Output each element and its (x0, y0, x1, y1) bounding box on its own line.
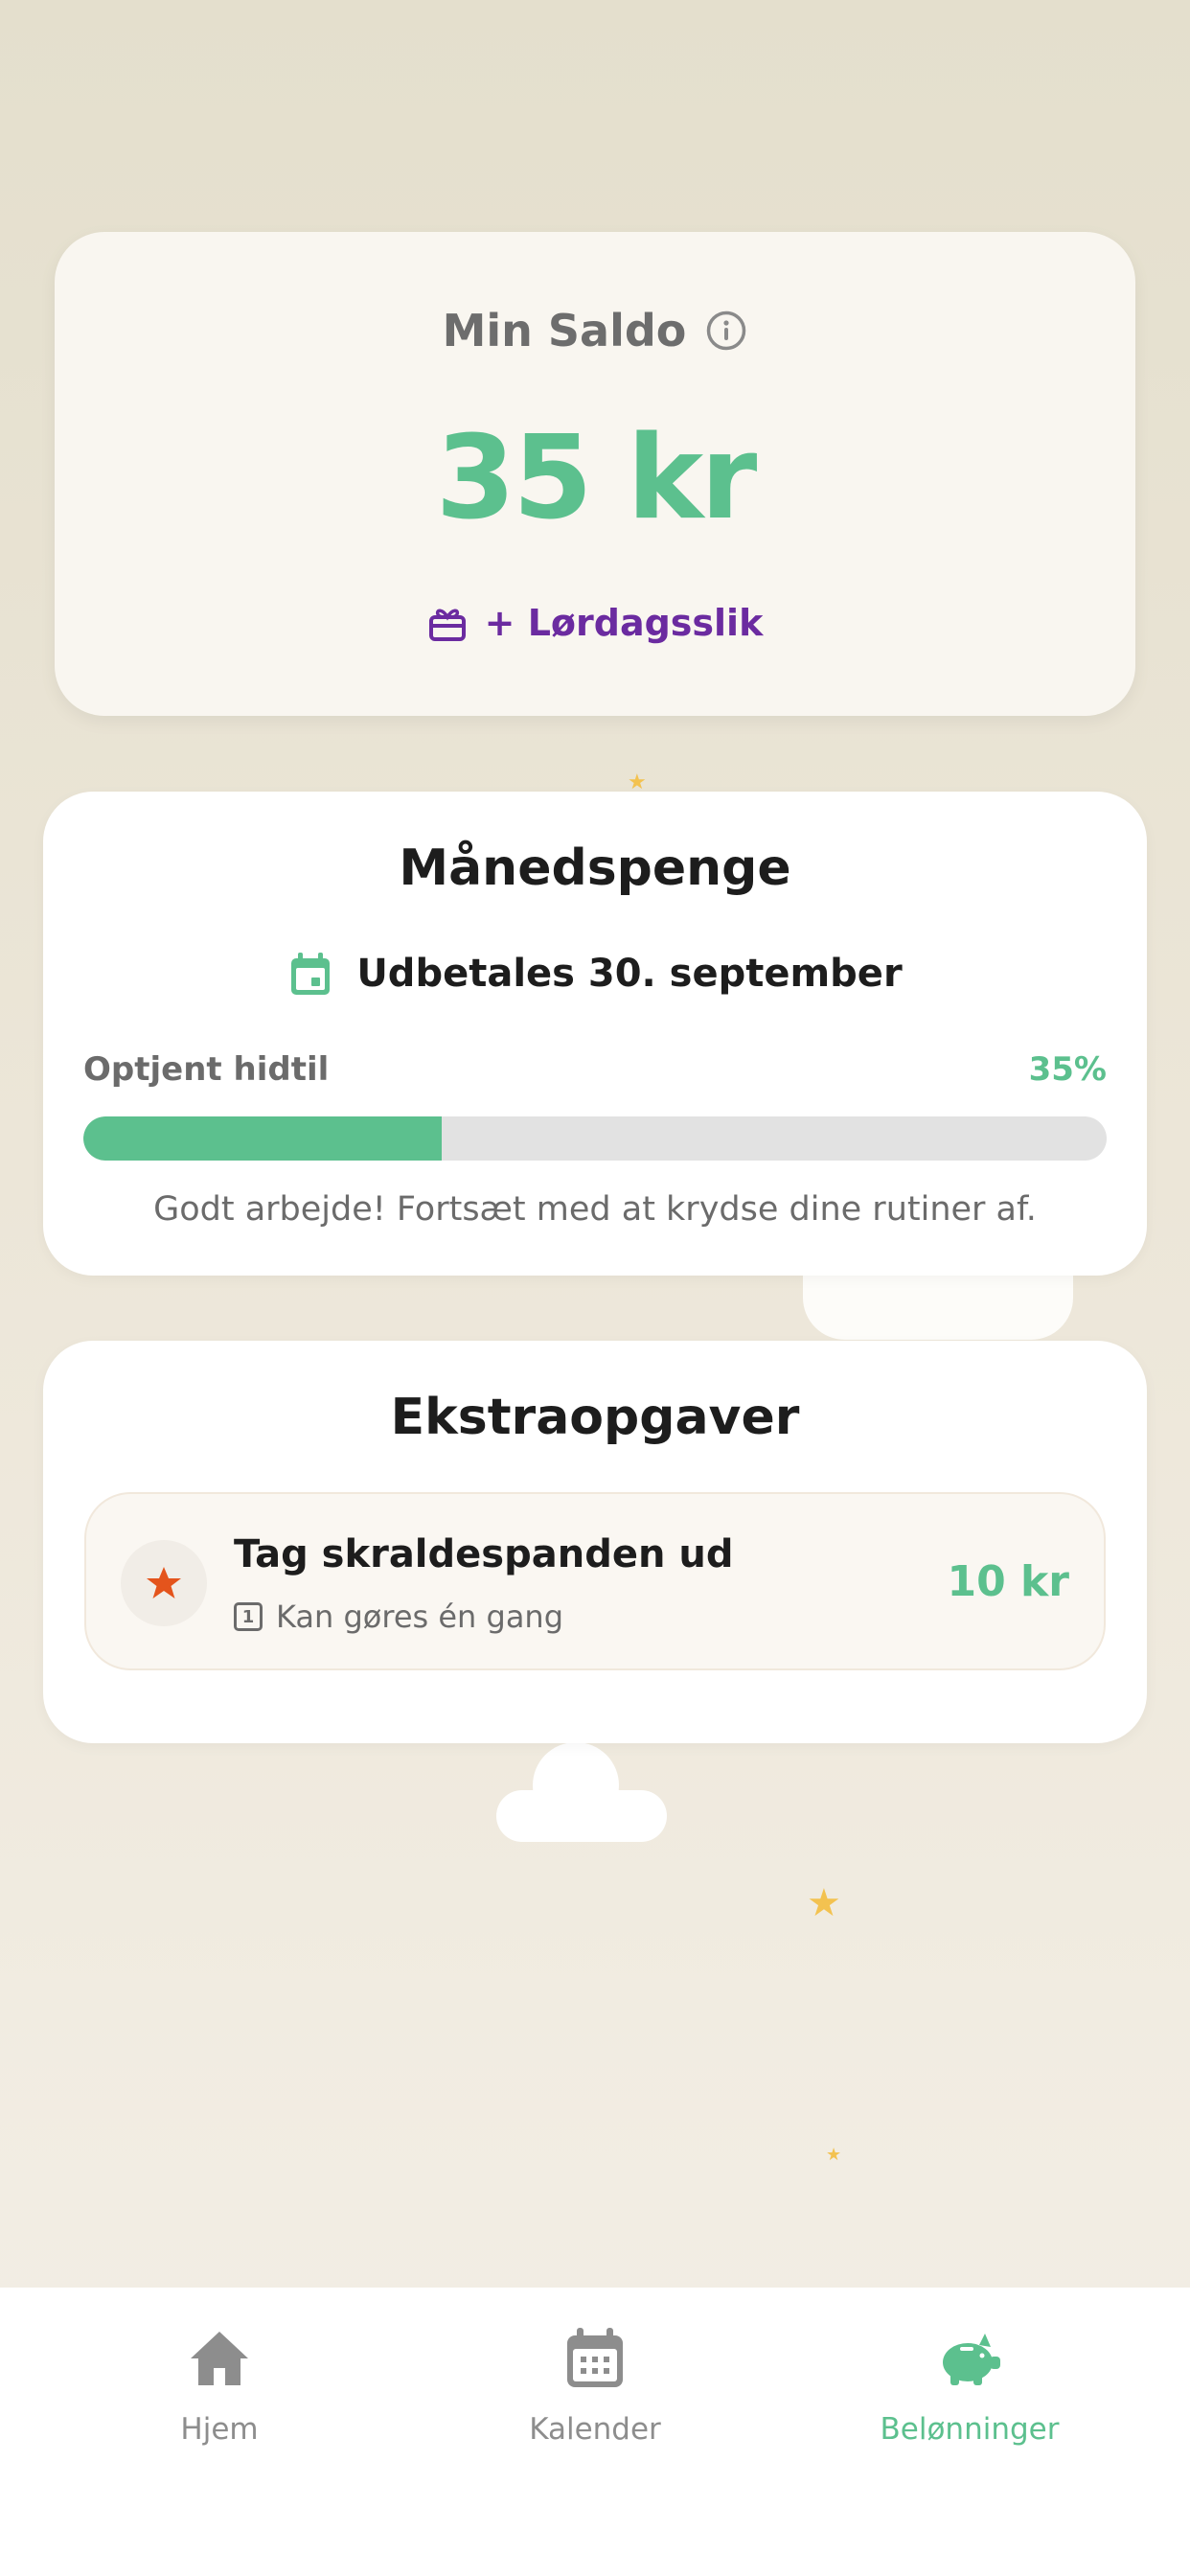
task-title: Tag skraldespanden ud (234, 1532, 734, 1576)
nav-item-home[interactable]: Hjem (76, 2326, 363, 2470)
nav-label-calendar: Kalender (529, 2412, 661, 2447)
progress-fill (83, 1116, 442, 1161)
calendar-icon (291, 953, 331, 995)
info-icon[interactable] (705, 310, 747, 352)
gift-icon (428, 609, 466, 641)
task-icon-circle (121, 1540, 207, 1626)
star-decoration: ★ (628, 770, 647, 794)
balance-header: Min Saldo (0, 297, 1190, 364)
payout-date-row: Udbetales 30. september (43, 945, 1147, 1002)
nav-item-calendar[interactable]: Kalender (451, 2326, 739, 2470)
earned-percent: 35% (1028, 1050, 1107, 1089)
extra-tasks-title: Ekstraopgaver (390, 1389, 800, 1446)
task-frequency-text: Kan gøres én gang (276, 1598, 564, 1635)
balance-amount: 35 kr (435, 412, 758, 545)
payout-date: Udbetales 30. september (356, 952, 903, 996)
earned-label: Optjent hidtil (83, 1050, 330, 1089)
nav-label-home: Hjem (180, 2412, 259, 2447)
allowance-card: Månedspenge Udbetales 30. september Optj… (43, 792, 1147, 1276)
bonus-reward: + Lørdagsslik (0, 599, 1190, 647)
nav-item-rewards[interactable]: Belønninger (826, 2326, 1113, 2470)
piggy-bank-icon (943, 2334, 1000, 2385)
encouragement-message: Godt arbejde! Fortsæt med at krydse dine… (153, 1190, 1037, 1229)
progress-bar (83, 1116, 1107, 1161)
cloud-decoration (533, 1742, 619, 1828)
task-item[interactable]: Tag skraldespanden ud 1 Kan gøres én gan… (84, 1492, 1106, 1670)
calendar-icon (567, 2328, 623, 2387)
balance-title: Min Saldo (442, 305, 687, 356)
once-icon: 1 (234, 1602, 263, 1631)
home-icon (191, 2332, 248, 2385)
extra-tasks-card: Ekstraopgaver Tag skraldespanden ud 1 Ka… (43, 1341, 1147, 1743)
nav-label-rewards: Belønninger (880, 2412, 1060, 2447)
star-decoration: ★ (826, 2145, 842, 2165)
bonus-text: + Lørdagsslik (484, 602, 764, 644)
task-frequency: 1 Kan gøres én gang (234, 1598, 563, 1636)
bottom-nav: Hjem Kalender Belønninger (0, 2288, 1190, 2576)
star-icon (147, 1567, 181, 1598)
allowance-title: Månedspenge (399, 840, 791, 897)
star-decoration: ★ (807, 1881, 841, 1925)
task-reward: 10 kr (947, 1557, 1069, 1606)
